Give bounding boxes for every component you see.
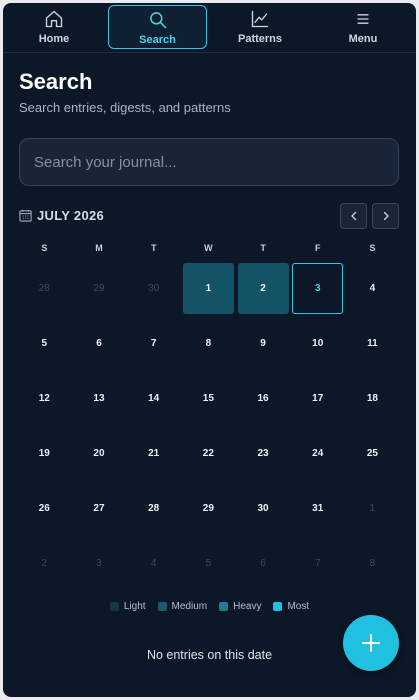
legend-swatch (157, 602, 167, 611)
search-icon (149, 12, 166, 29)
calendar-day-outside: 30 (148, 283, 160, 294)
tab-home-label: Home (38, 33, 70, 45)
calendar-day[interactable]: 11 (347, 318, 398, 369)
weekday-label: S (41, 243, 48, 253)
weekday-label: M (95, 243, 103, 253)
calendar-day[interactable]: 1 (182, 263, 234, 314)
hamburger-menu-icon (357, 14, 369, 24)
calendar-day[interactable]: 10 (292, 318, 343, 369)
calendar-day[interactable]: 20 (73, 428, 124, 479)
calendar-day[interactable]: 29 (183, 483, 234, 534)
calendar-day-today[interactable]: 3 (292, 263, 344, 314)
chevron-left-icon (350, 211, 356, 221)
calendar-grid: 28 29 30 1 2 3 4 5 6 7 8 9 10 11 12 13 14 15 16 17 18 19 20 21 2… (17, 263, 400, 593)
calendar-day[interactable]: 27 (73, 483, 124, 534)
calendar-day[interactable]: 7 (128, 318, 179, 369)
calendar-day-outside: 8 (369, 558, 376, 569)
tab-search[interactable]: Search (108, 5, 207, 49)
tab-home[interactable]: Home (5, 5, 103, 49)
calendar-day[interactable]: 5 (19, 318, 70, 369)
calendar-day[interactable]: 24 (292, 428, 343, 479)
weekday-label: T (150, 243, 157, 253)
calendar-day[interactable]: 23 (238, 428, 289, 479)
weekday-label: F (315, 243, 321, 253)
calendar-day[interactable]: 28 (128, 483, 179, 534)
top-nav: Home Search Patterns Menu (3, 3, 416, 53)
legend-swatch (273, 602, 283, 611)
weekday-label: T (260, 243, 266, 253)
tab-patterns[interactable]: Patterns (211, 5, 309, 49)
calendar-day[interactable]: 26 (19, 483, 70, 534)
calendar-day[interactable]: 4 (347, 263, 398, 314)
legend-item: Heavy (219, 601, 261, 612)
legend-swatch (109, 602, 119, 611)
calendar-day-outside: 28 (38, 283, 50, 294)
calendar-month-header: JULY 2026 (19, 208, 104, 223)
legend-label: Heavy (233, 601, 262, 612)
calendar-day-outside: 1 (369, 503, 376, 514)
calendar-month-label: JULY 2026 (37, 208, 105, 223)
calendar-day-outside: 2 (41, 558, 48, 569)
search-input[interactable] (19, 138, 399, 186)
calendar-day[interactable]: 15 (183, 373, 234, 424)
tab-patterns-label: Patterns (237, 33, 283, 45)
calendar-day[interactable]: 31 (292, 483, 343, 534)
app-frame: Home Search Patterns Menu Search Search … (3, 3, 416, 697)
chevron-right-icon (383, 211, 389, 221)
calendar-day-outside: 7 (314, 558, 321, 569)
calendar-day[interactable]: 8 (183, 318, 234, 369)
plus-icon (362, 634, 380, 652)
legend-item: Medium (157, 601, 208, 612)
calendar-day-outside: 6 (260, 558, 266, 569)
legend-label: Medium (171, 601, 208, 612)
calendar-day[interactable]: 16 (238, 373, 289, 424)
calendar-day[interactable]: 2 (237, 263, 289, 314)
calendar-day[interactable]: 18 (347, 373, 398, 424)
calendar-icon (19, 209, 32, 222)
tab-menu-label: Menu (348, 33, 378, 45)
legend-item: Most (273, 601, 309, 612)
add-entry-button[interactable] (343, 615, 399, 671)
calendar-day[interactable]: 21 (128, 428, 179, 479)
page-subtitle: Search entries, digests, and patterns (19, 100, 231, 115)
intensity-legend: Light Medium Heavy Most (3, 601, 416, 612)
legend-item: Light (109, 601, 146, 612)
legend-label: Light (123, 601, 146, 612)
prev-month-button[interactable] (340, 203, 367, 229)
calendar-day[interactable]: 22 (183, 428, 234, 479)
chart-line-icon (251, 10, 269, 28)
legend-swatch (219, 602, 229, 611)
legend-label: Most (287, 601, 310, 612)
calendar-day[interactable]: 9 (238, 318, 289, 369)
next-month-button[interactable] (372, 203, 399, 229)
calendar-day[interactable]: 30 (238, 483, 289, 534)
calendar-day[interactable]: 25 (347, 428, 398, 479)
calendar-day[interactable]: 6 (73, 318, 124, 369)
tab-search-label: Search (139, 34, 176, 46)
calendar-day-outside: 4 (150, 558, 157, 569)
calendar-day-outside: 29 (93, 283, 105, 294)
weekday-label: S (369, 243, 376, 253)
calendar-day[interactable]: 14 (128, 373, 179, 424)
page-title: Search (19, 69, 93, 94)
tab-menu[interactable]: Menu (314, 5, 412, 49)
calendar-day-outside: 3 (96, 558, 102, 569)
calendar-day[interactable]: 13 (73, 373, 124, 424)
weekday-header-row: SMTWTFS (17, 243, 400, 257)
calendar-day[interactable]: 12 (19, 373, 70, 424)
weekday-label: W (204, 243, 213, 253)
calendar-day[interactable]: 19 (19, 428, 70, 479)
home-icon (45, 10, 63, 28)
calendar-day[interactable]: 17 (292, 373, 343, 424)
calendar-day-outside: 5 (205, 558, 212, 569)
